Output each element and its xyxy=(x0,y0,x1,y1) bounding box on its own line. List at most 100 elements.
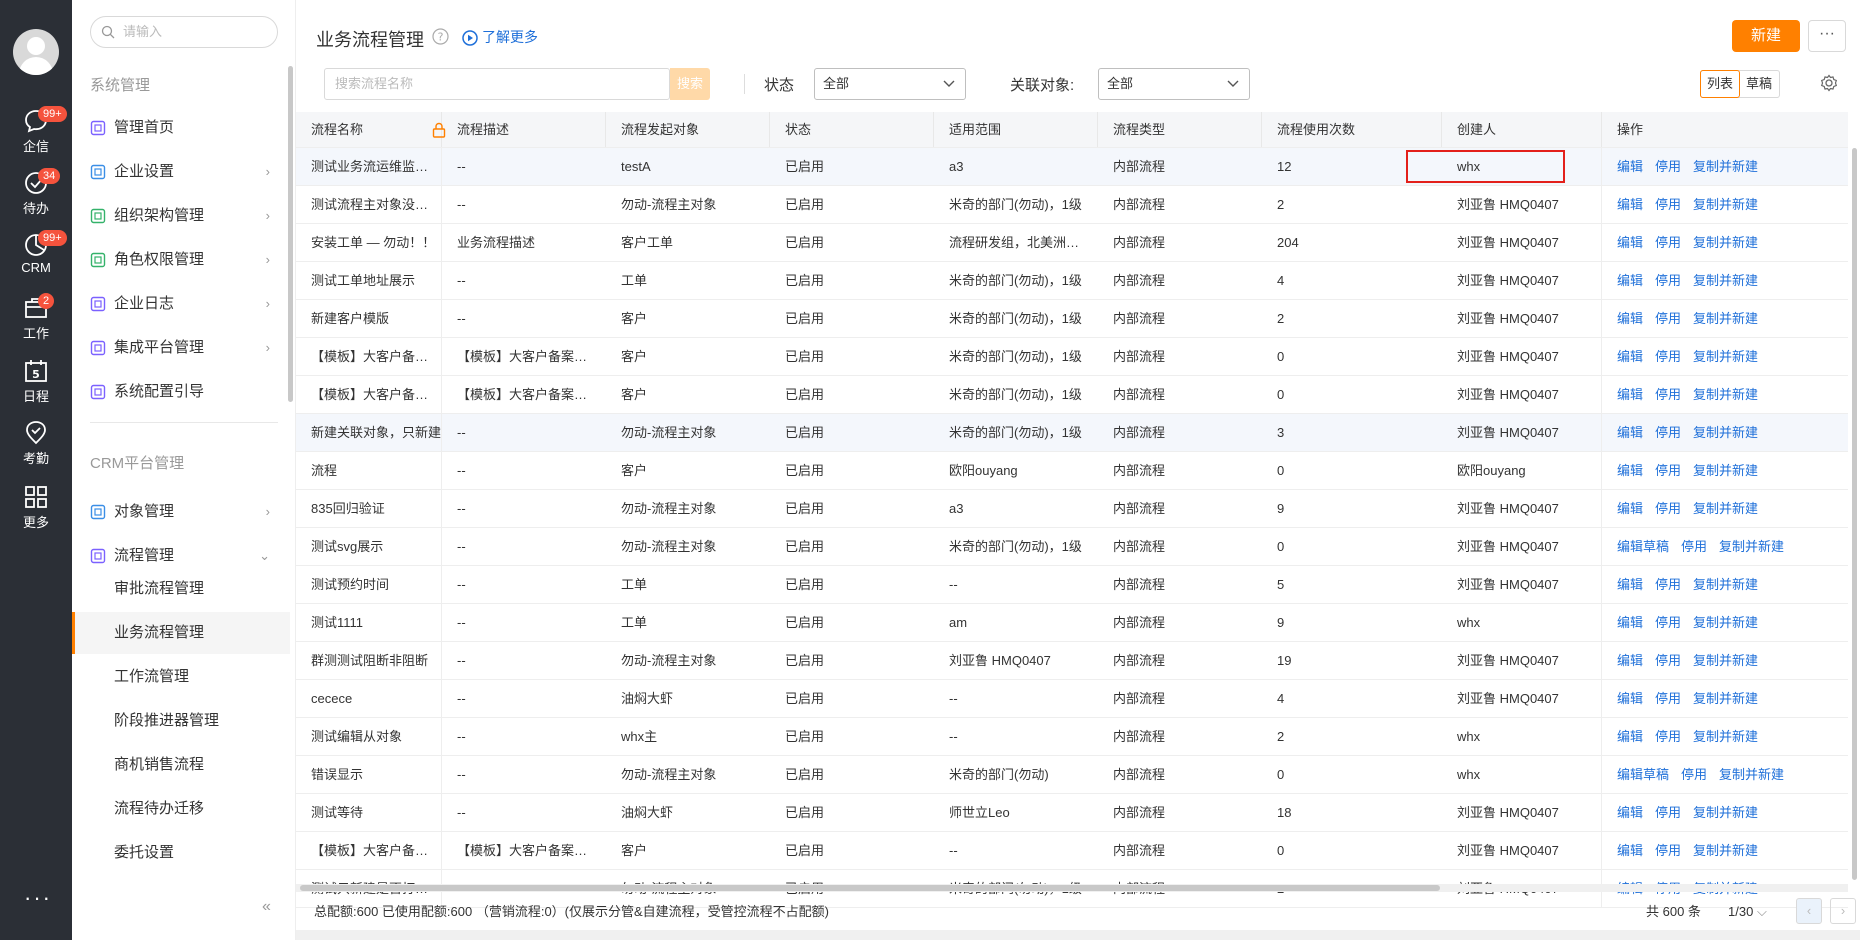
edit-link[interactable]: 编辑 xyxy=(1617,273,1643,288)
copy-and-new-link[interactable]: 复制并新建 xyxy=(1693,159,1758,174)
edit-link[interactable]: 编辑 xyxy=(1617,387,1643,402)
edit-link[interactable]: 编辑草稿 xyxy=(1617,539,1669,554)
sidebar-subitem[interactable]: 流程待办迁移 xyxy=(72,788,290,830)
table-row[interactable]: 835回归验证 -- 勿动-流程主对象 已启用 a3 内部流程 9 刘亚鲁 HMQ0407 编辑… xyxy=(296,490,1848,528)
sidebar-subitem[interactable]: 委托设置 xyxy=(72,832,290,874)
disable-link[interactable]: 停用 xyxy=(1655,349,1681,364)
copy-and-new-link[interactable]: 复制并新建 xyxy=(1693,729,1758,744)
more-actions-button[interactable]: ··· xyxy=(1808,20,1846,52)
next-page-button[interactable]: › xyxy=(1830,898,1856,924)
disable-link[interactable]: 停用 xyxy=(1655,501,1681,516)
edit-link[interactable]: 编辑 xyxy=(1617,729,1643,744)
lock-icon[interactable] xyxy=(432,122,446,141)
disable-link[interactable]: 停用 xyxy=(1655,805,1681,820)
copy-and-new-link[interactable]: 复制并新建 xyxy=(1693,273,1758,288)
table-row[interactable]: 【模板】大客户备案会签 【模板】大客户备案… 客户 已启用 米奇的部门(勿动)，1级 内部… xyxy=(296,338,1848,376)
rail-item-4[interactable]: 5 日程 xyxy=(0,358,72,414)
edit-link[interactable]: 编辑 xyxy=(1617,805,1643,820)
edit-link[interactable]: 编辑 xyxy=(1617,311,1643,326)
status-select[interactable]: 全部 xyxy=(814,68,966,100)
disable-link[interactable]: 停用 xyxy=(1655,159,1681,174)
edit-link[interactable]: 编辑 xyxy=(1617,577,1643,592)
disable-link[interactable]: 停用 xyxy=(1655,273,1681,288)
search-input[interactable]: 搜索流程名称 xyxy=(324,68,670,100)
sidebar-scrollbar[interactable] xyxy=(288,66,293,402)
table-row[interactable]: 群测测试阻断非阻断 -- 勿动-流程主对象 已启用 刘亚鲁 HMQ0407 内部流程 19 刘… xyxy=(296,642,1848,680)
disable-link[interactable]: 停用 xyxy=(1655,691,1681,706)
disable-link[interactable]: 停用 xyxy=(1655,425,1681,440)
sidebar-item-integration[interactable]: 集成平台管理 › xyxy=(90,330,278,366)
page-select[interactable]: 1/30 ⌵ xyxy=(1728,900,1767,924)
related-object-select[interactable]: 全部 xyxy=(1098,68,1250,100)
column-header[interactable]: 适用范围 xyxy=(934,112,1098,147)
disable-link[interactable]: 停用 xyxy=(1655,235,1681,250)
sidebar-subitem[interactable]: 审批流程管理 xyxy=(72,568,290,610)
disable-link[interactable]: 停用 xyxy=(1681,539,1707,554)
copy-and-new-link[interactable]: 复制并新建 xyxy=(1693,805,1758,820)
table-row[interactable]: 流程 -- 客户 已启用 欧阳ouyang 内部流程 0 欧阳ouyang 编辑 停用 复制并新建 xyxy=(296,452,1848,490)
table-row[interactable]: 新建关联对象，只新建 -- 勿动-流程主对象 已启用 米奇的部门(勿动)，1级 内部流程 3… xyxy=(296,414,1848,452)
column-header[interactable]: 流程发起对象 xyxy=(606,112,770,147)
disable-link[interactable]: 停用 xyxy=(1655,577,1681,592)
copy-and-new-link[interactable]: 复制并新建 xyxy=(1693,311,1758,326)
rail-item-6[interactable]: 更多 xyxy=(0,484,72,540)
sidebar-item-log[interactable]: 企业日志 › xyxy=(90,286,278,322)
edit-link[interactable]: 编辑 xyxy=(1617,159,1643,174)
copy-and-new-link[interactable]: 复制并新建 xyxy=(1693,577,1758,592)
column-header[interactable]: 状态 xyxy=(770,112,934,147)
edit-link[interactable]: 编辑草稿 xyxy=(1617,767,1669,782)
column-header[interactable]: 操作 xyxy=(1602,112,1848,147)
edit-link[interactable]: 编辑 xyxy=(1617,501,1643,516)
sidebar-item-home[interactable]: 管理首页 xyxy=(90,110,278,146)
table-row[interactable]: 测试业务流运维监控异常 -- testA 已启用 a3 内部流程 12 whx 编辑 停用 复制并新… xyxy=(296,148,1848,186)
rail-item-0[interactable]: 企信 99+ xyxy=(0,106,72,164)
table-row[interactable]: 测试等待 -- 油焖大虾 已启用 师世立Leo 内部流程 18 刘亚鲁 HMQ0407 编辑 停用… xyxy=(296,794,1848,832)
table-row[interactable]: 安装工单 — 勿动！！ 业务流程描述 客户工单 已启用 流程研发组，北美洲… 内部流程 20… xyxy=(296,224,1848,262)
column-header[interactable]: 流程类型 xyxy=(1098,112,1262,147)
edit-link[interactable]: 编辑 xyxy=(1617,235,1643,250)
more-apps-icon[interactable]: ··· xyxy=(24,885,52,911)
edit-link[interactable]: 编辑 xyxy=(1617,615,1643,630)
rail-item-5[interactable]: 考勤 xyxy=(0,420,72,476)
sidebar-item-guide[interactable]: 系统配置引导 xyxy=(90,374,278,410)
table-row[interactable]: 测试工单地址展示 -- 工单 已启用 米奇的部门(勿动)，1级 内部流程 4 刘亚鲁 HMQ0… xyxy=(296,262,1848,300)
disable-link[interactable]: 停用 xyxy=(1655,197,1681,212)
copy-and-new-link[interactable]: 复制并新建 xyxy=(1693,653,1758,668)
copy-and-new-link[interactable]: 复制并新建 xyxy=(1693,843,1758,858)
copy-and-new-link[interactable]: 复制并新建 xyxy=(1693,691,1758,706)
sidebar-subitem[interactable]: 商机销售流程 xyxy=(72,744,290,786)
edit-link[interactable]: 编辑 xyxy=(1617,197,1643,212)
copy-and-new-link[interactable]: 复制并新建 xyxy=(1719,539,1784,554)
column-header[interactable]: 创建人 xyxy=(1442,112,1602,147)
edit-link[interactable]: 编辑 xyxy=(1617,349,1643,364)
table-row[interactable]: 测试流程主对象没有权限 -- 勿动-流程主对象 已启用 米奇的部门(勿动)，1级 内部流程… xyxy=(296,186,1848,224)
rail-item-3[interactable]: 工作 2 xyxy=(0,293,72,351)
copy-and-new-link[interactable]: 复制并新建 xyxy=(1693,235,1758,250)
view-list-tab[interactable]: 列表 xyxy=(1700,70,1740,98)
table-row[interactable]: 测试svg展示 -- 勿动-流程主对象 已启用 米奇的部门(勿动)，1级 内部流程 0 刘亚鲁… xyxy=(296,528,1848,566)
new-button[interactable]: 新建 xyxy=(1732,20,1800,52)
learn-more-link[interactable]: 了解更多 xyxy=(462,26,538,48)
rail-item-2[interactable]: CRM 99+ xyxy=(0,230,72,288)
avatar[interactable] xyxy=(13,29,59,75)
table-row[interactable]: 【模板】大客户备案会签 【模板】大客户备案… 客户 已启用 米奇的部门(勿动)，1级 内部… xyxy=(296,376,1848,414)
disable-link[interactable]: 停用 xyxy=(1655,615,1681,630)
column-header[interactable]: 流程使用次数 xyxy=(1262,112,1442,147)
sidebar-item-role-card[interactable]: 角色权限管理 › xyxy=(90,242,278,278)
edit-link[interactable]: 编辑 xyxy=(1617,653,1643,668)
table-row[interactable]: 【模板】大客户备案会签 【模板】大客户备案… 客户 已启用 -- 内部流程 0 刘亚鲁 HMQ… xyxy=(296,832,1848,870)
disable-link[interactable]: 停用 xyxy=(1655,463,1681,478)
disable-link[interactable]: 停用 xyxy=(1655,843,1681,858)
copy-and-new-link[interactable]: 复制并新建 xyxy=(1693,197,1758,212)
table-vertical-scrollbar[interactable] xyxy=(1852,148,1857,880)
sidebar-item-org-chart[interactable]: 组织架构管理 › xyxy=(90,198,278,234)
copy-and-new-link[interactable]: 复制并新建 xyxy=(1719,767,1784,782)
sidebar-search-input[interactable]: 请输入 xyxy=(90,16,278,48)
copy-and-new-link[interactable]: 复制并新建 xyxy=(1693,387,1758,402)
rail-item-1[interactable]: 待办 34 xyxy=(0,168,72,226)
disable-link[interactable]: 停用 xyxy=(1655,387,1681,402)
disable-link[interactable]: 停用 xyxy=(1655,311,1681,326)
copy-and-new-link[interactable]: 复制并新建 xyxy=(1693,349,1758,364)
edit-link[interactable]: 编辑 xyxy=(1617,843,1643,858)
disable-link[interactable]: 停用 xyxy=(1655,653,1681,668)
